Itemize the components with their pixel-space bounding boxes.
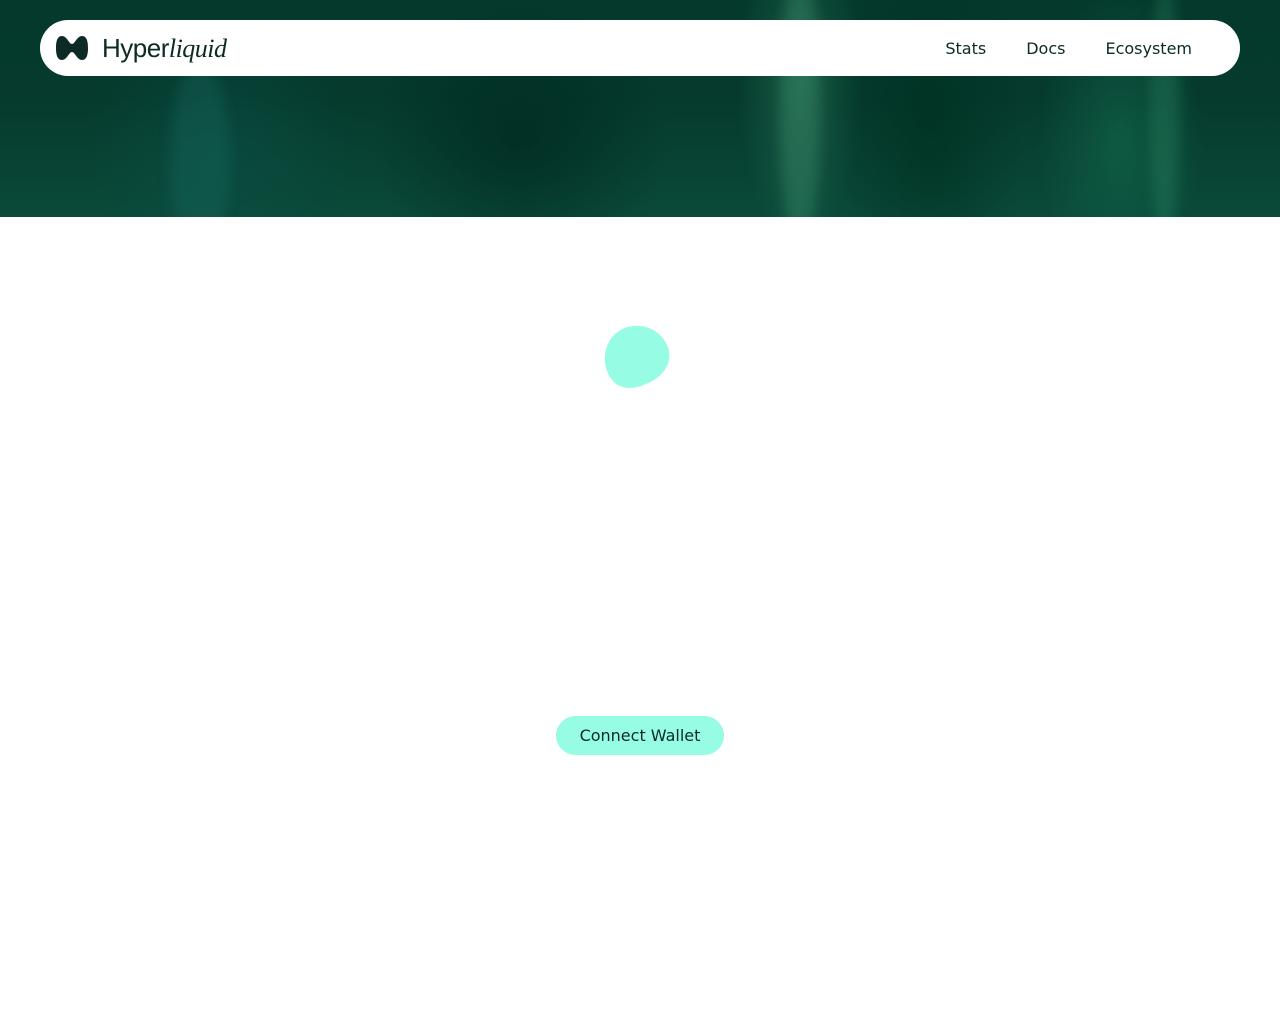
connect-wallet-button[interactable]: Connect Wallet [556, 716, 724, 755]
nav-link-stats[interactable]: Stats [945, 39, 986, 58]
loading-blob-icon [604, 325, 670, 388]
nav-link-docs[interactable]: Docs [1026, 39, 1065, 58]
brand-wordmark-part1: Hyper [102, 32, 169, 63]
hero-highlight [170, 60, 230, 217]
nav-links: Stats Docs Ecosystem [945, 20, 1192, 76]
brand-logo[interactable]: Hyperliquid [56, 32, 227, 64]
hyperliquid-logo-icon [56, 36, 88, 60]
nav-link-ecosystem[interactable]: Ecosystem [1105, 39, 1192, 58]
brand-wordmark: Hyperliquid [102, 32, 227, 65]
brand-wordmark-part2: liquid [168, 33, 227, 63]
top-navbar: Hyperliquid Stats Docs Ecosystem [40, 20, 1240, 76]
